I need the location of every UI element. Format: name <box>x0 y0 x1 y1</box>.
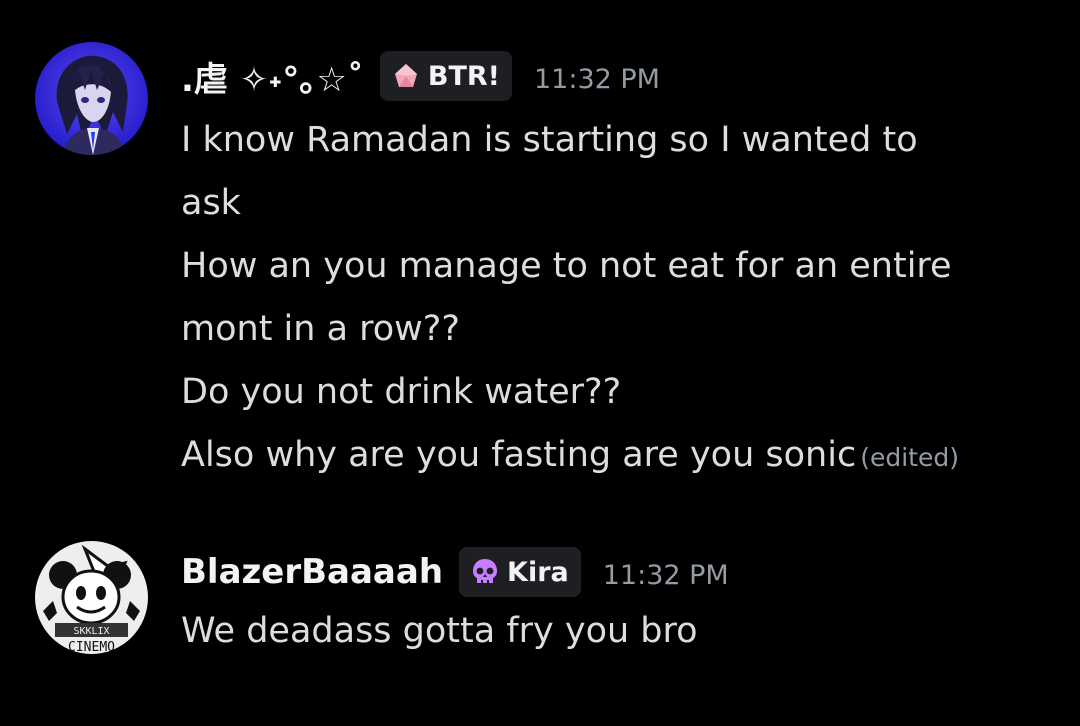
message-header: BlazerBaaaah Kira 11:32 PM <box>181 546 729 598</box>
message-line: ask <box>181 183 241 223</box>
message-header: .虐 ✧˖°｡☆˚ BTR! 11:32 PM <box>181 50 660 102</box>
server-tag-label: Kira <box>507 556 569 588</box>
message-line-last: Also why are you fasting are you sonic (e… <box>181 424 1041 489</box>
message-content: I know Ramadan is starting so I wanted t… <box>181 109 1041 489</box>
cartoon-mascot-avatar-icon: SKKLIX CINEMO <box>35 541 148 654</box>
svg-text:CINEMO: CINEMO <box>68 640 115 654</box>
message-line: How an you manage to not eat for an enti… <box>181 246 952 286</box>
timestamp[interactable]: 11:32 PM <box>534 64 660 95</box>
message-line: Do you not drink water?? <box>181 372 622 412</box>
skull-icon <box>473 559 498 583</box>
server-tag[interactable]: BTR! <box>379 51 512 101</box>
username[interactable]: BlazerBaaaah <box>181 552 443 592</box>
pink-gem-icon <box>394 64 417 87</box>
user-avatar[interactable]: SKKLIX CINEMO <box>35 541 148 654</box>
user-avatar[interactable] <box>35 42 148 155</box>
message-line: mont in a row?? <box>181 309 460 349</box>
message-line: We deadass gotta fry you bro <box>181 611 698 651</box>
edited-label: (edited) <box>860 443 959 472</box>
anime-character-avatar-icon <box>35 42 148 155</box>
server-tag[interactable]: Kira <box>459 547 581 597</box>
server-tag-label: BTR! <box>427 60 500 92</box>
message-content: We deadass gotta fry you bro <box>181 600 1041 663</box>
message-line: I know Ramadan is starting so I wanted t… <box>181 120 918 160</box>
timestamp[interactable]: 11:32 PM <box>603 560 729 591</box>
username[interactable]: .虐 ✧˖°｡☆˚ <box>181 52 364 101</box>
message-text: Also why are you fasting are you sonic <box>181 435 857 475</box>
svg-text:SKKLIX: SKKLIX <box>73 626 109 637</box>
